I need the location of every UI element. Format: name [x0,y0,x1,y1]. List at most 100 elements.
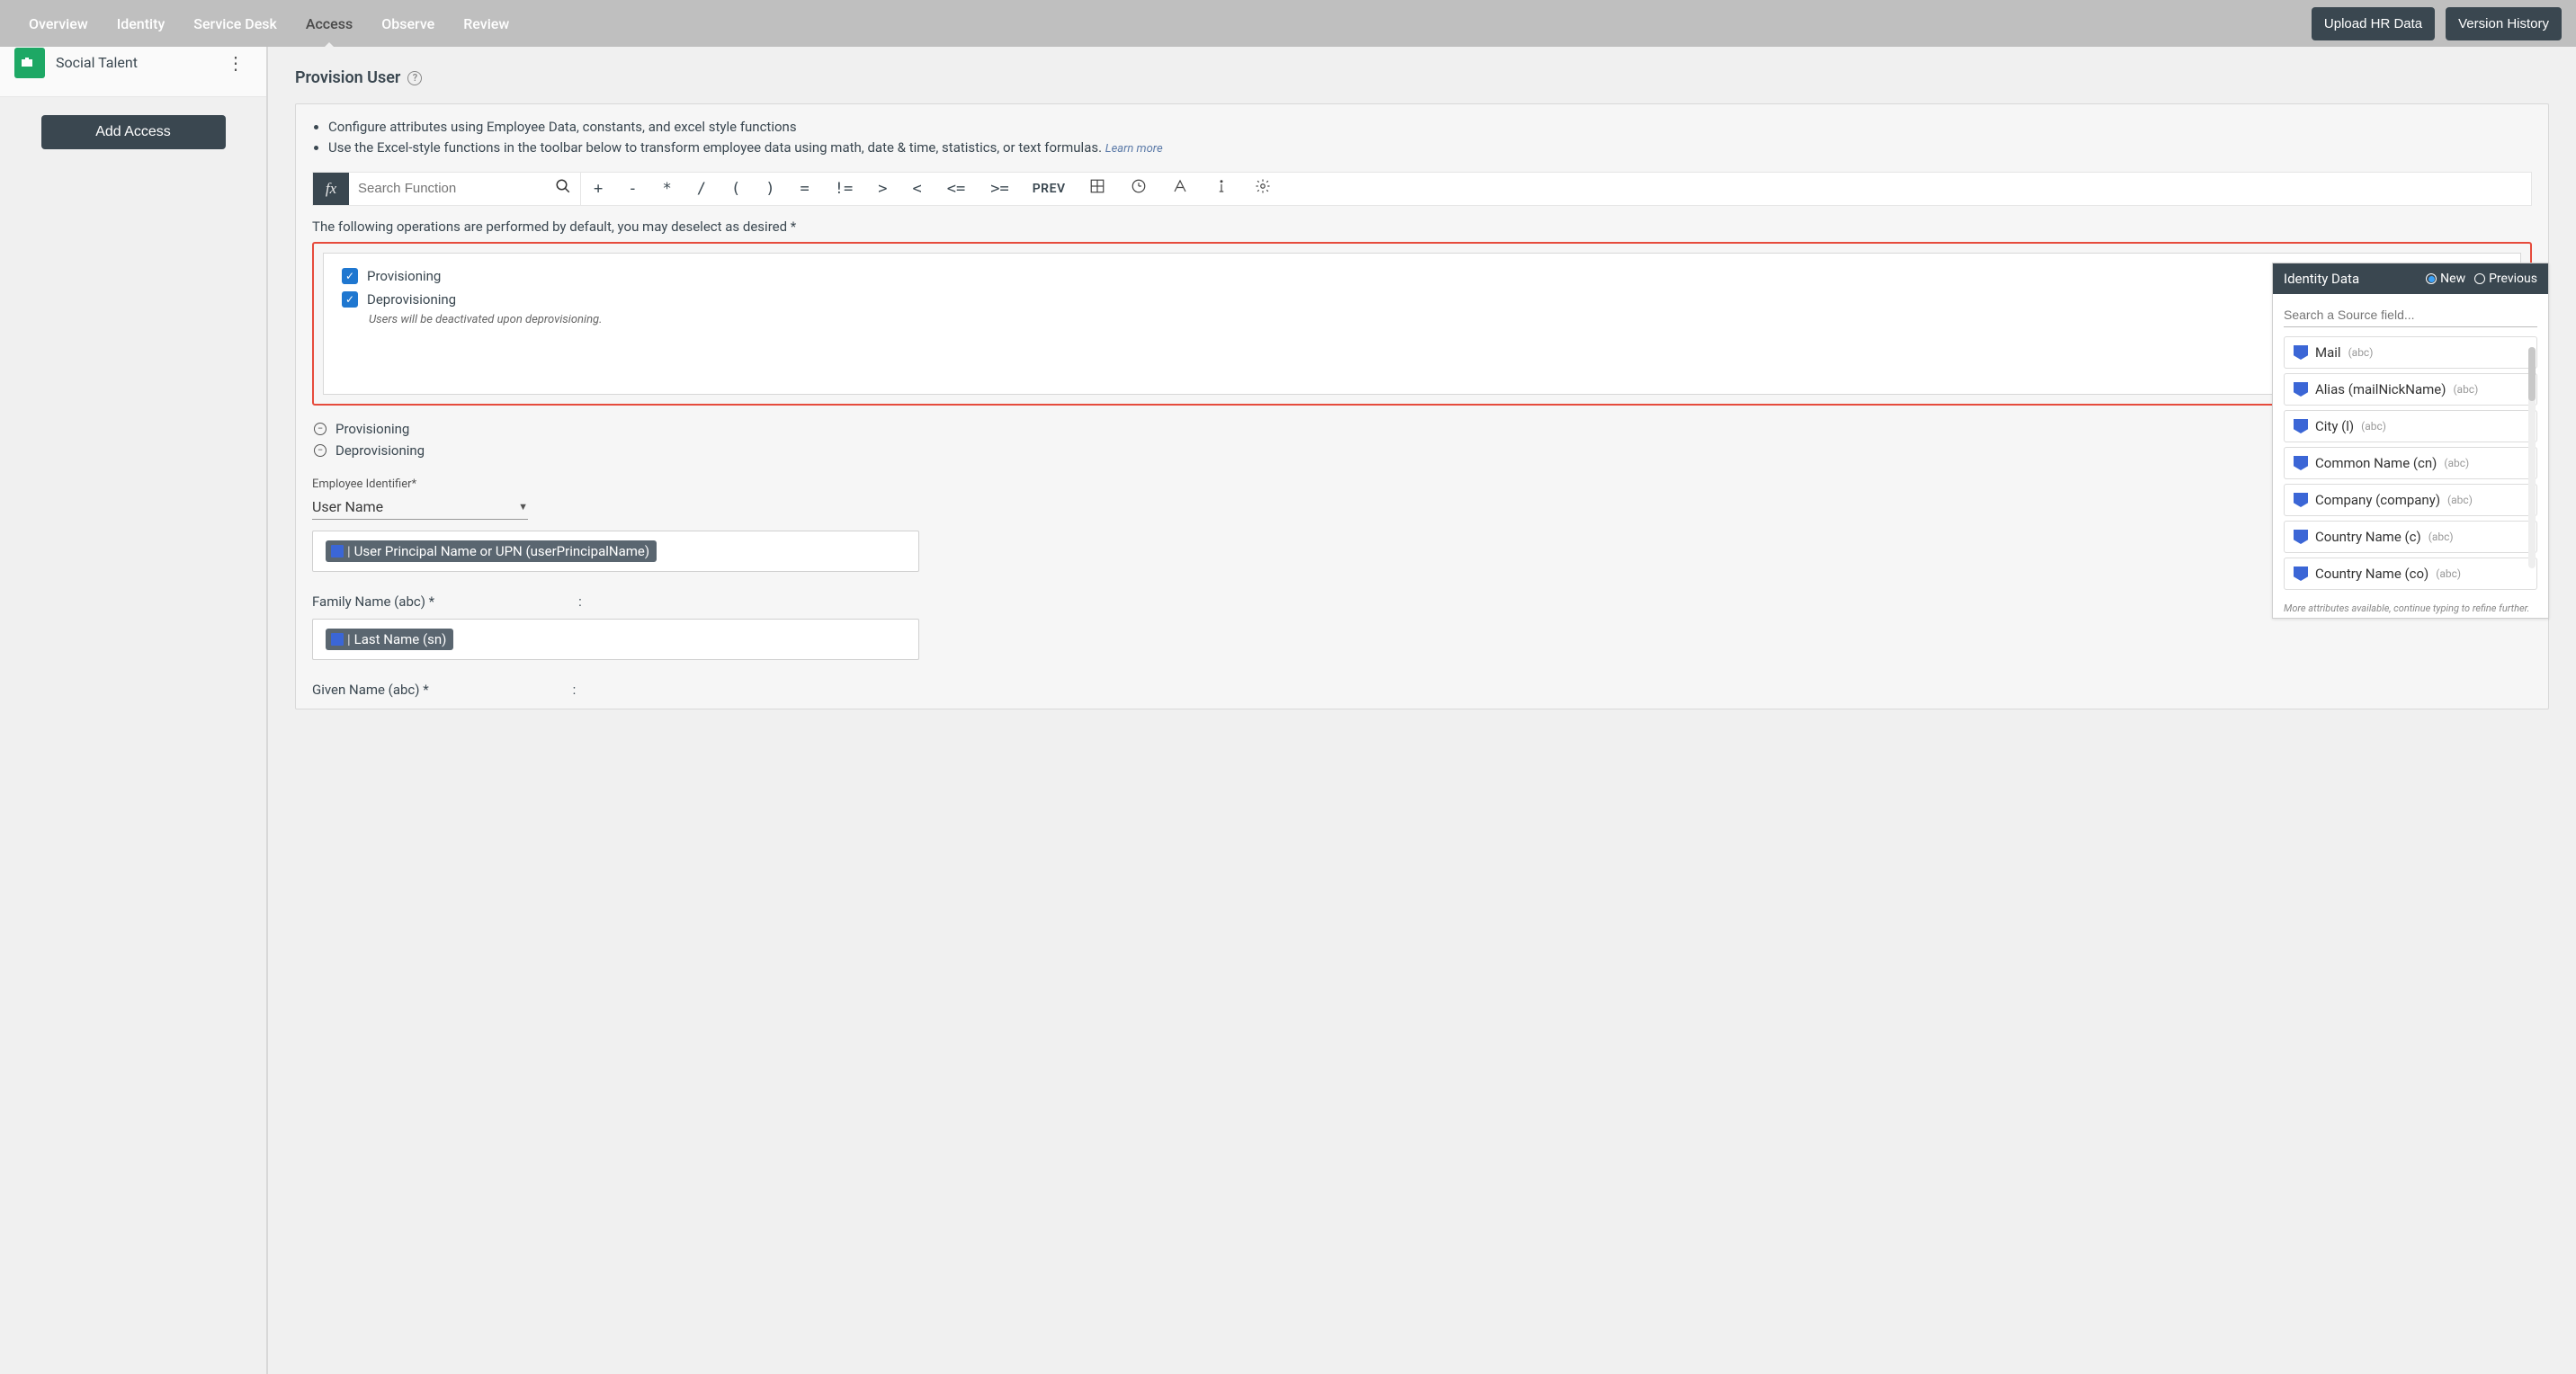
field-icon [331,633,344,646]
field-item-alias[interactable]: Alias (mailNickName) (abc) [2284,373,2537,406]
identity-panel-title: Identity Data [2284,271,2359,287]
deprovisioning-checkbox-row[interactable]: ✓ Deprovisioning [342,288,2502,311]
employee-identifier-value: User Name [312,498,383,515]
op-div[interactable]: / [684,180,719,198]
radio-dot-icon [2474,273,2485,284]
op-mult[interactable]: * [650,180,684,198]
app-logo-icon [14,48,45,78]
prev-button[interactable]: PREV [1022,182,1077,196]
tab-identity[interactable]: Identity [103,1,180,47]
op-gte[interactable]: >= [978,180,1021,198]
learn-more-link[interactable]: Learn more [1105,142,1163,156]
chip-user-principal-name[interactable]: User Principal Name or UPN (userPrincipa… [326,540,657,562]
field-icon [2294,456,2308,470]
field-item-mail[interactable]: Mail (abc) [2284,336,2537,369]
collapse-deprovisioning[interactable]: − Deprovisioning [314,440,2532,461]
fx-operators: + - * / ( ) = != > < <= >= PREV [581,178,1284,199]
field-icon [2294,567,2308,581]
identity-panel-body: Mail (abc) Alias (mailNickName) (abc) Ci… [2273,294,2548,599]
search-icon[interactable] [546,178,580,199]
source-field-search-input[interactable] [2284,303,2537,327]
tab-service-desk[interactable]: Service Desk [179,1,291,47]
field-item-country-c[interactable]: Country Name (c) (abc) [2284,521,2537,553]
config-bullet-2: Use the Excel-style functions in the too… [328,138,2532,158]
op-eq[interactable]: = [788,180,822,198]
employee-identifier-label: Employee Identifier* [312,477,2532,491]
collapse-deprov-label: Deprovisioning [335,442,425,459]
tab-review[interactable]: Review [449,1,523,47]
main-content: Provision User ? Configure attributes us… [268,47,2576,1374]
field-item-country-co[interactable]: Country Name (co) (abc) [2284,558,2537,590]
employee-identifier-input[interactable]: User Principal Name or UPN (userPrincipa… [312,531,919,572]
given-name-label: Given Name (abc) * : [312,682,2532,698]
field-icon [2294,530,2308,544]
field-item-company[interactable]: Company (company) (abc) [2284,484,2537,516]
field-icon [2294,493,2308,507]
op-lt[interactable]: < [899,180,934,198]
provisioning-checkbox[interactable]: ✓ [342,268,358,284]
collapse-provisioning[interactable]: − Provisioning [314,418,2532,440]
scrollbar[interactable] [2528,347,2536,568]
employee-identifier-select[interactable]: User Name ▼ [312,495,528,520]
employee-identifier-block: Employee Identifier* User Name ▼ User Pr… [312,477,2532,572]
config-bullet-1: Configure attributes using Employee Data… [328,117,2532,138]
app-menu-icon[interactable]: ⋮ [219,49,252,77]
tab-observe[interactable]: Observe [367,1,449,47]
more-attributes-note: More attributes available, continue typi… [2273,599,2548,618]
nav-tabs: Overview Identity Service Desk Access Ob… [14,1,523,47]
source-field-list[interactable]: Mail (abc) Alias (mailNickName) (abc) Ci… [2284,336,2537,590]
chip-last-name[interactable]: Last Name (sn) [326,629,453,650]
version-history-button[interactable]: Version History [2446,7,2562,40]
add-access-button[interactable]: Add Access [41,115,226,149]
chevron-down-icon: ▼ [518,501,528,513]
op-plus[interactable]: + [581,180,615,198]
config-instructions: Configure attributes using Employee Data… [328,117,2532,159]
tab-access[interactable]: Access [291,1,367,47]
op-minus[interactable]: - [615,180,649,198]
config-bullet-2-text: Use the Excel-style functions in the too… [328,139,1102,156]
search-function-input[interactable] [349,181,546,196]
sidebar-app-row[interactable]: Social Talent ⋮ [0,47,266,97]
help-icon[interactable]: ? [407,71,422,85]
op-neq[interactable]: != [822,180,865,198]
field-item-city[interactable]: City (l) (abc) [2284,410,2537,442]
chip-label: Last Name (sn) [347,631,446,647]
fx-search-wrap [349,173,581,205]
operations-highlight-box: ✓ Provisioning ✓ Deprovisioning Users wi… [312,242,2532,406]
provisioning-checkbox-row[interactable]: ✓ Provisioning [342,264,2502,288]
page-title-text: Provision User [295,68,400,87]
fx-icon: fx [313,173,349,205]
deprovisioning-note: Users will be deactivated upon deprovisi… [369,313,2502,326]
gear-icon[interactable] [1242,178,1284,199]
deprovisioning-checkbox[interactable]: ✓ [342,291,358,308]
op-lparen[interactable]: ( [719,180,753,198]
collapse-icon: − [314,423,326,435]
operations-list: ✓ Provisioning ✓ Deprovisioning Users wi… [323,253,2521,395]
field-icon [331,545,344,558]
function-toolbar: fx + - * / ( ) = != > < [312,172,2532,206]
top-nav: Overview Identity Service Desk Access Ob… [0,0,2576,47]
clock-icon[interactable] [1118,178,1159,199]
op-rparen[interactable]: ) [753,180,787,198]
op-gt[interactable]: > [865,180,899,198]
operations-intro: The following operations are performed b… [312,219,2532,235]
text-icon[interactable] [1159,178,1201,199]
collapse-prov-label: Provisioning [335,421,409,437]
family-name-input[interactable]: Last Name (sn) [312,619,919,660]
radio-new[interactable]: New [2426,272,2465,286]
field-item-cn[interactable]: Common Name (cn) (abc) [2284,447,2537,479]
radio-previous[interactable]: Previous [2474,272,2537,286]
field-icon [2294,345,2308,360]
radio-dot-icon [2426,273,2437,284]
deprovisioning-label: Deprovisioning [367,291,456,308]
sidebar: Social Talent ⋮ Add Access [0,47,268,1374]
field-icon [2294,419,2308,433]
tab-overview[interactable]: Overview [14,1,103,47]
calc-icon[interactable] [1077,178,1118,199]
app-name-label: Social Talent [56,54,219,71]
config-panel: Configure attributes using Employee Data… [295,103,2549,709]
upload-hr-data-button[interactable]: Upload HR Data [2312,7,2435,40]
op-lte[interactable]: <= [935,180,978,198]
chip-label: User Principal Name or UPN (userPrincipa… [347,543,649,559]
info-icon[interactable] [1201,178,1242,199]
